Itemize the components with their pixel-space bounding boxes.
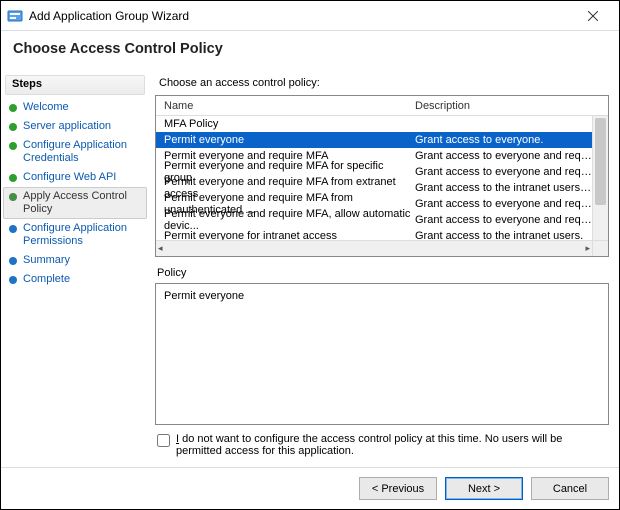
cell-name: MFA Policy (156, 118, 411, 130)
cancel-button[interactable]: Cancel (531, 477, 609, 500)
step-bullet-icon (9, 257, 17, 265)
step-label: Configure Application Permissions (23, 222, 143, 248)
table-row[interactable]: MFA Policy (156, 116, 592, 132)
policy-preview-text: Permit everyone (164, 290, 244, 302)
previous-button[interactable]: < Previous (359, 477, 437, 500)
scroll-right-arrow-icon[interactable]: ▸ (585, 243, 590, 254)
column-header-description[interactable]: Description (411, 100, 608, 112)
skip-policy-checkbox[interactable] (157, 434, 170, 447)
steps-sidebar: Steps Welcome Server application Configure… (1, 71, 149, 467)
steps-header: Steps (5, 75, 145, 95)
cell-description: Grant access to everyone and require MFA… (411, 166, 592, 178)
column-header-name[interactable]: Name (156, 100, 411, 112)
step-item[interactable]: Configure Application Permissions (3, 219, 147, 251)
step-label: Summary (23, 254, 70, 267)
policy-table[interactable]: Name Description MFA Policy Permit everyo… (155, 95, 609, 257)
close-icon (588, 11, 598, 21)
main-panel: Choose an access control policy: Name De… (149, 71, 619, 467)
step-item[interactable]: Configure Web API (3, 168, 147, 187)
step-bullet-icon (9, 104, 17, 112)
step-label: Welcome (23, 101, 69, 114)
step-label: Configure Application Credentials (23, 139, 143, 165)
scrollbar-corner (592, 240, 608, 256)
wizard-footer: < Previous Next > Cancel (1, 467, 619, 509)
step-bullet-icon (9, 123, 17, 131)
table-row[interactable]: Permit everyone and require MFA, allow a… (156, 212, 592, 228)
step-label: Configure Web API (23, 171, 116, 184)
cell-name: Permit everyone for intranet access (156, 230, 411, 240)
step-item[interactable]: Summary (3, 251, 147, 270)
instruction-label: Choose an access control policy: (155, 75, 609, 95)
page-header: Choose Access Control Policy (1, 31, 619, 71)
vertical-scrollbar[interactable]: ▴ (592, 116, 608, 240)
titlebar: Add Application Group Wizard (1, 1, 619, 31)
wizard-body: Steps Welcome Server application Configure… (1, 71, 619, 467)
step-label: Complete (23, 273, 70, 286)
cell-description: Grant access to everyone and require MFA… (411, 150, 592, 162)
close-button[interactable] (573, 3, 613, 29)
table-header: Name Description (156, 96, 608, 116)
step-bullet-icon (9, 276, 17, 284)
cell-description: Grant access to everyone. (411, 134, 592, 146)
scrollbar-thumb[interactable] (595, 118, 606, 205)
cell-name: Permit everyone (156, 134, 411, 146)
step-label: Server application (23, 120, 111, 133)
window-title: Add Application Group Wizard (29, 9, 573, 23)
policy-section-label: Policy (155, 257, 609, 283)
scroll-left-arrow-icon[interactable]: ◂ (158, 243, 163, 254)
app-icon (7, 8, 23, 24)
skip-policy-row: I do not want to configure the access co… (155, 425, 609, 459)
step-item[interactable]: Apply Access Control Policy (3, 187, 147, 219)
cell-description: Grant access to everyone and require MFA… (411, 198, 592, 210)
step-item[interactable]: Configure Application Credentials (3, 136, 147, 168)
horizontal-scrollbar[interactable]: ◂ ▸ (156, 240, 592, 256)
cell-description: Grant access to the intranet users. (411, 230, 592, 240)
cell-description: Grant access to the intranet users and r… (411, 182, 592, 194)
table-row[interactable]: Permit everyoneGrant access to everyone. (156, 132, 592, 148)
step-bullet-icon (9, 174, 17, 182)
page-title: Choose Access Control Policy (13, 41, 607, 57)
wizard-window: Add Application Group Wizard Choose Acce… (0, 0, 620, 510)
table-row[interactable]: Permit everyone for intranet accessGrant… (156, 228, 592, 240)
step-bullet-icon (9, 225, 17, 233)
step-label: Apply Access Control Policy (23, 190, 143, 216)
next-button[interactable]: Next > (445, 477, 523, 500)
step-bullet-icon (9, 193, 17, 201)
step-bullet-icon (9, 142, 17, 150)
step-item[interactable]: Server application (3, 117, 147, 136)
step-item[interactable]: Complete (3, 270, 147, 289)
cell-name: Permit everyone and require MFA, allow a… (156, 208, 411, 232)
skip-policy-label[interactable]: I do not want to configure the access co… (176, 433, 607, 457)
policy-preview: Permit everyone (155, 283, 609, 425)
step-item[interactable]: Welcome (3, 98, 147, 117)
cell-description: Grant access to everyone and require MFA… (411, 214, 592, 226)
